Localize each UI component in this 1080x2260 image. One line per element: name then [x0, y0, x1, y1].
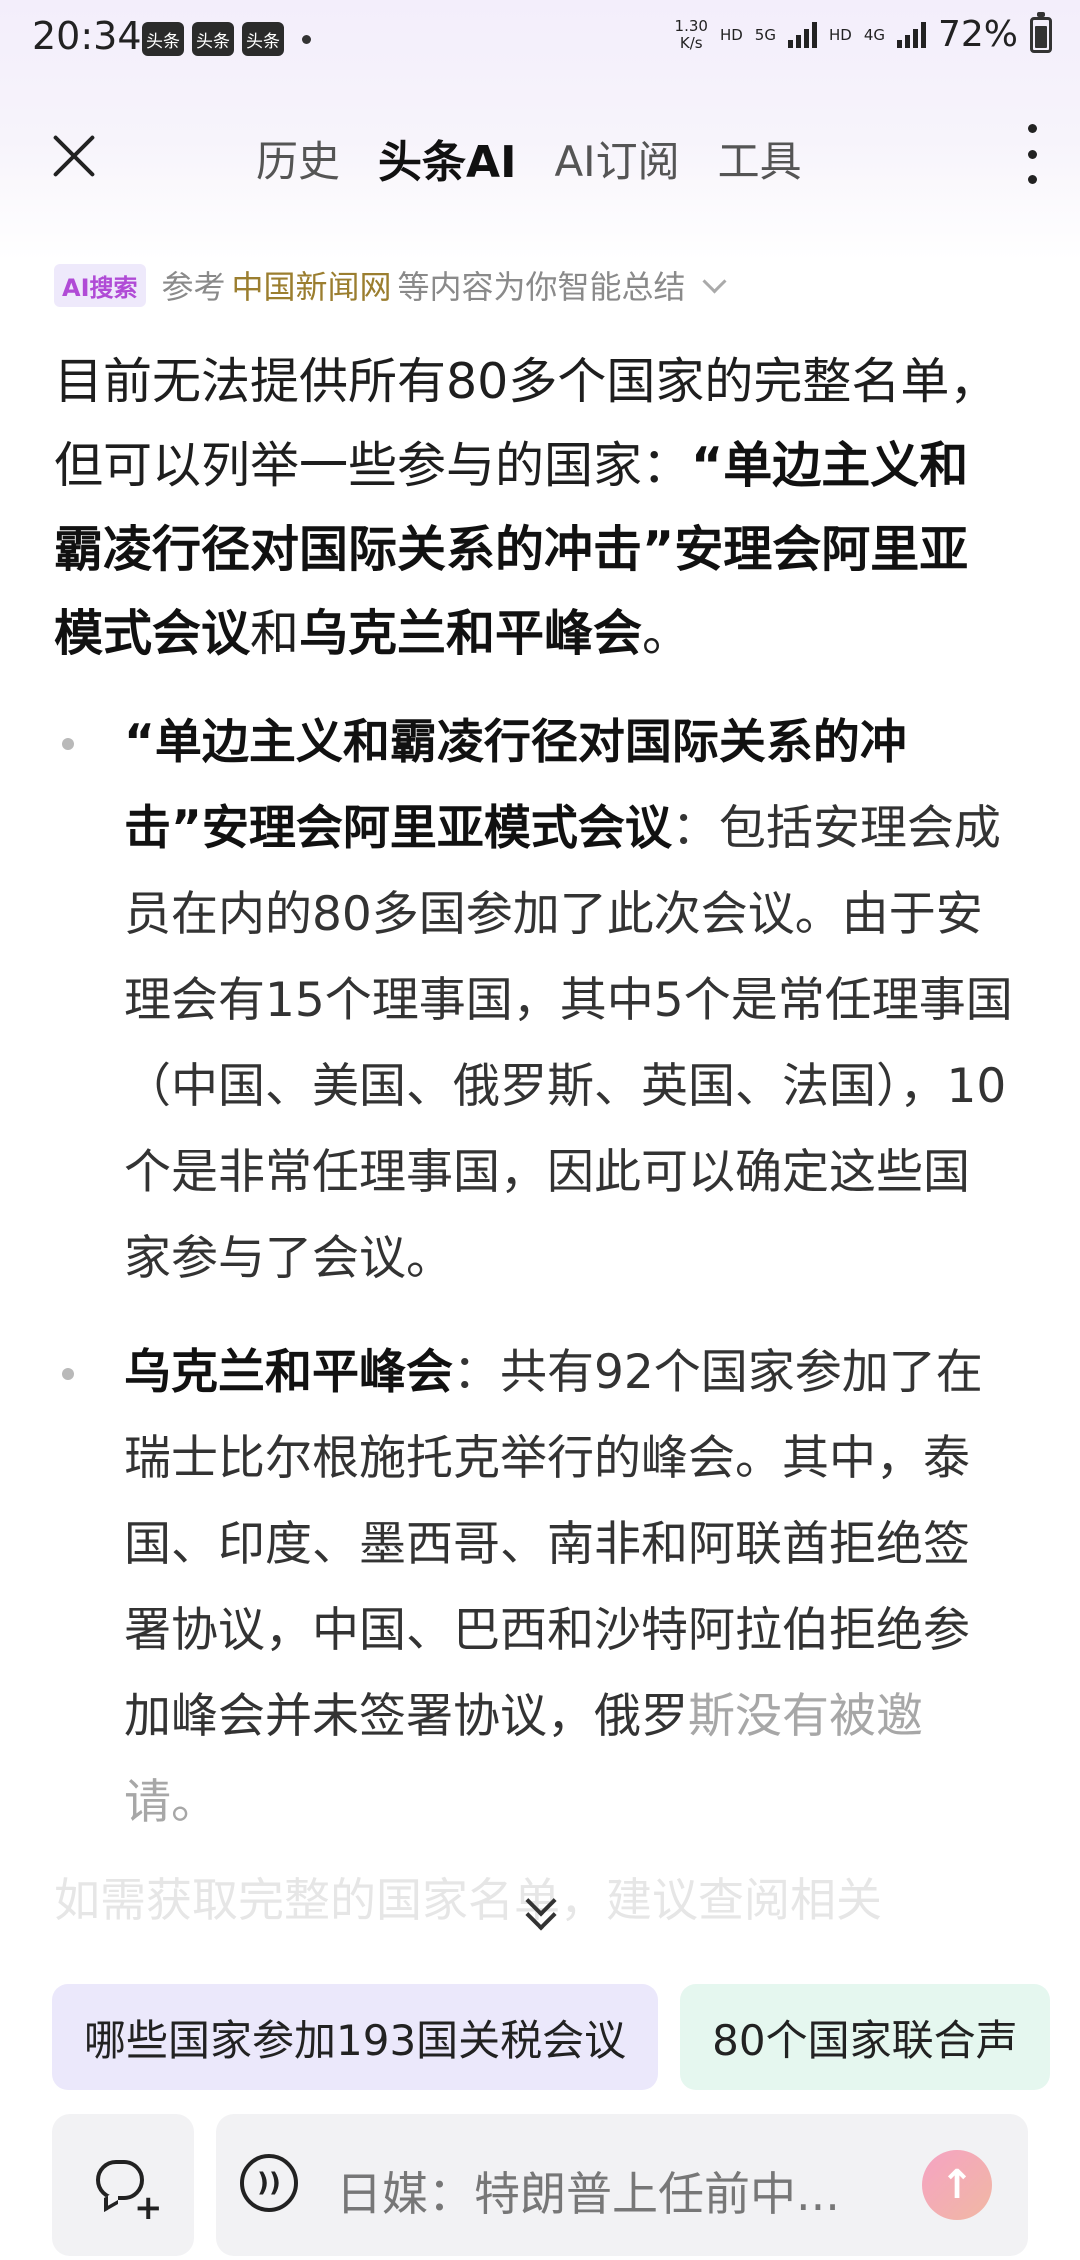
scroll-down-icon[interactable]: [522, 1885, 558, 1931]
list-item-text: 包括安理会成员在内的80多国参加了此次会议。由于安理会有15个理事国，其中5个是…: [124, 801, 1013, 1286]
answer-highlight: 乌克兰和平峰会: [299, 605, 643, 662]
battery-icon: [1030, 11, 1052, 53]
signal-icon: [787, 21, 817, 48]
close-icon[interactable]: [44, 126, 102, 184]
list-item: 乌克兰和平峰会：共有92个国家参加了在瑞士比尔根施托克举行的峰会。其中，泰国、印…: [54, 1330, 1014, 1846]
net-speed-unit: K/s: [679, 33, 703, 52]
answer-end: 。: [642, 605, 692, 662]
toutiao-app-icon: 头条: [192, 22, 234, 56]
plus-icon: +: [134, 2188, 163, 2228]
top-nav: 历史 头条AI AI订阅 工具: [0, 110, 1080, 200]
net-speed-value: 1.30: [674, 16, 708, 35]
more-notifications-icon: [302, 34, 311, 44]
source-prefix: 参考: [161, 268, 226, 306]
source-summary[interactable]: AI搜索 参考 中国新闻网 等内容为你智能总结: [54, 262, 727, 308]
notification-icons: 头条 头条 头条: [142, 22, 311, 56]
answer-list: “单边主义和霸凌行径对国际关系的冲击”安理会阿里亚模式会议：包括安理会成员在内的…: [54, 700, 1014, 1874]
suggestion-chip[interactable]: 80个国家联合声: [680, 1984, 1050, 2090]
list-item-text: 共有92个国家参加了在瑞士比尔根施托克举行的峰会。其中，泰国、印度、墨西哥、南非…: [124, 1345, 983, 1744]
voice-input-icon[interactable]: )): [240, 2154, 298, 2212]
ai-search-badge: AI搜索: [54, 263, 146, 307]
send-button[interactable]: ↑: [922, 2150, 992, 2220]
status-right: 1.30 K/s HD 5G HD 4G 72%: [674, 11, 1052, 55]
signal-icon: [896, 21, 926, 48]
status-bar: 20:34 头条 头条 头条 1.30 K/s HD 5G HD 4G 72%: [0, 0, 1080, 80]
tab-toutiao-ai[interactable]: 头条AI: [378, 126, 516, 190]
list-item: “单边主义和霸凌行径对国际关系的冲击”安理会阿里亚模式会议：包括安理会成员在内的…: [54, 700, 1014, 1302]
new-chat-button[interactable]: +: [52, 2114, 194, 2256]
source-name: 中国新闻网: [231, 268, 392, 306]
chevron-down-icon: [702, 268, 727, 294]
arrow-up-icon: ↑: [940, 2162, 974, 2208]
status-time: 20:34: [32, 14, 142, 58]
query-text[interactable]: 日媒：特朗普上任前中...: [336, 2158, 840, 2224]
answer-intro: 目前无法提供所有80多个国家的完整名单，但可以列举一些参与的国家：“单边主义和霸…: [54, 340, 1014, 676]
list-item-title: 乌克兰和平峰会: [124, 1345, 453, 1400]
hd-label: HD: [719, 25, 743, 44]
tab-history[interactable]: 历史: [256, 128, 340, 189]
net-speed: 1.30 K/s: [674, 16, 708, 52]
more-options-icon[interactable]: [1020, 124, 1044, 184]
network-type: 4G: [863, 25, 885, 44]
battery-percent: 72%: [937, 14, 1018, 55]
tab-ai-subscription[interactable]: AI订阅: [554, 128, 679, 189]
hd-label: HD: [828, 25, 852, 44]
list-item-sep: ：: [453, 1345, 500, 1400]
answer-continuation: 如需获取完整的国家名单，建议查阅相关: [54, 1873, 882, 1927]
answer-connector: 和: [250, 605, 300, 662]
query-input[interactable]: )) 日媒：特朗普上任前中... ↑: [216, 2114, 1028, 2256]
tab-bar: 历史 头条AI AI订阅 工具: [256, 126, 802, 190]
suggestion-chips: 哪些国家参加193国关税会议 80个国家联合声: [52, 1984, 1050, 2090]
suggestion-chip[interactable]: 哪些国家参加193国关税会议: [52, 1984, 659, 2090]
network-type: 5G: [754, 25, 776, 44]
toutiao-app-icon: 头条: [142, 22, 184, 56]
toutiao-app-icon: 头条: [242, 22, 284, 56]
source-suffix: 等内容为你智能总结: [397, 268, 686, 306]
tab-tools[interactable]: 工具: [718, 128, 802, 189]
list-item-sep: ：: [671, 801, 719, 856]
